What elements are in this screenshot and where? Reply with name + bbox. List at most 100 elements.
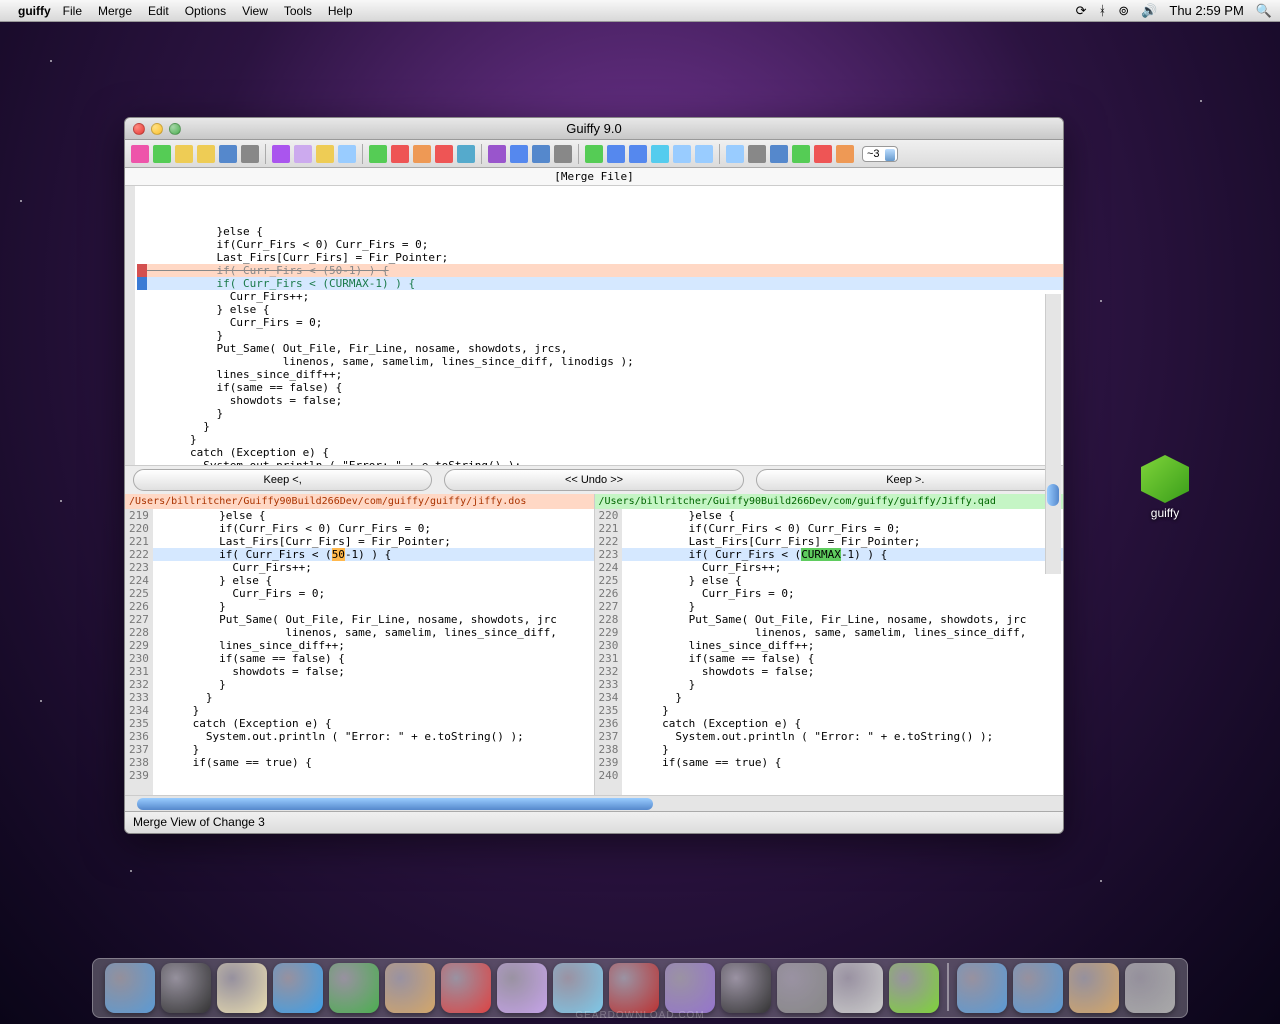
code-line: } <box>153 678 594 691</box>
menu-view[interactable]: View <box>242 4 268 18</box>
rec-icon[interactable] <box>814 145 832 163</box>
menu-merge[interactable]: Merge <box>98 4 132 18</box>
dock-item[interactable] <box>889 963 939 1013</box>
expand-icon[interactable] <box>532 145 550 163</box>
sync-icon[interactable] <box>607 145 625 163</box>
dock-item[interactable] <box>609 963 659 1013</box>
dock-item[interactable] <box>1013 963 1063 1013</box>
app-menu[interactable]: guiffy <box>18 4 51 18</box>
menu-file[interactable]: File <box>63 4 82 18</box>
code-line: lines_since_diff++; <box>622 639 1063 652</box>
brush-icon[interactable] <box>338 145 356 163</box>
split-icon[interactable] <box>695 145 713 163</box>
watermark: GEARDOWNLOAD.COM <box>575 1010 704 1021</box>
menu-edit[interactable]: Edit <box>148 4 169 18</box>
save-icon[interactable] <box>219 145 237 163</box>
dock-item[interactable] <box>329 963 379 1013</box>
dock-item[interactable] <box>1069 963 1119 1013</box>
replace-icon[interactable] <box>391 145 409 163</box>
down-icon[interactable] <box>770 145 788 163</box>
menu-help[interactable]: Help <box>328 4 353 18</box>
code-line: } <box>153 704 594 717</box>
wifi-icon[interactable]: ⊚ <box>1118 3 1129 19</box>
dock-item[interactable] <box>385 963 435 1013</box>
undo-button[interactable]: << Undo >> <box>444 469 743 491</box>
code-line: linenos, same, samelim, lines_since_diff… <box>622 626 1063 639</box>
spotlight-icon[interactable]: 🔍 <box>1256 3 1272 19</box>
dock-item[interactable] <box>105 963 155 1013</box>
left-panel: /Users/billritcher/Guiffy90Build266Dev/c… <box>125 494 595 795</box>
dock-item[interactable] <box>777 963 827 1013</box>
copy-right-icon[interactable] <box>294 145 312 163</box>
time-machine-icon[interactable]: ⟳ <box>1076 3 1087 19</box>
horizontal-scrollbar[interactable] <box>125 795 1063 811</box>
code-line: } else { <box>153 574 594 587</box>
tree-icon[interactable] <box>836 145 854 163</box>
refresh-icon[interactable] <box>629 145 647 163</box>
goto-icon[interactable] <box>488 145 506 163</box>
dock-item[interactable] <box>957 963 1007 1013</box>
merge-line: if( Curr_Firs < (50-1) ) { <box>137 264 1063 277</box>
code-line: lines_since_diff++; <box>153 639 594 652</box>
guiffy-window: Guiffy 9.0 ~3 [Merge File] }else { if(Cu… <box>124 117 1064 834</box>
keep-right-button[interactable]: Keep >. <box>756 469 1055 491</box>
merge-line: if(same == false) { <box>137 381 1063 394</box>
link-icon[interactable] <box>726 145 744 163</box>
diff-next-icon[interactable] <box>197 145 215 163</box>
dock-item[interactable] <box>217 963 267 1013</box>
code-line: Put_Same( Out_File, Fir_Line, nosame, sh… <box>622 613 1063 626</box>
menu-tools[interactable]: Tools <box>284 4 312 18</box>
code-line: catch (Exception e) { <box>622 717 1063 730</box>
script-icon[interactable] <box>554 145 572 163</box>
open-right-icon[interactable] <box>153 145 171 163</box>
titlebar[interactable]: Guiffy 9.0 <box>125 118 1063 140</box>
split-v-icon[interactable] <box>651 145 669 163</box>
merge-vertical-scrollbar[interactable] <box>1045 294 1061 574</box>
code-line: Curr_Firs++; <box>153 561 594 574</box>
reload-icon[interactable] <box>457 145 475 163</box>
undo-icon[interactable] <box>413 145 431 163</box>
bluetooth-icon[interactable]: ᚼ <box>1098 3 1106 18</box>
desktop-icon-guiffy[interactable]: guiffy <box>1130 455 1200 520</box>
volume-icon[interactable]: 🔊 <box>1141 3 1157 19</box>
merge-line: } else { <box>137 303 1063 316</box>
menu-options[interactable]: Options <box>185 4 226 18</box>
split-h-icon[interactable] <box>673 145 691 163</box>
find-icon[interactable] <box>369 145 387 163</box>
keep-left-button[interactable]: Keep <, <box>133 469 432 491</box>
clock[interactable]: Thu 2:59 PM <box>1169 3 1243 18</box>
open-left-icon[interactable] <box>131 145 149 163</box>
code-line: } <box>622 600 1063 613</box>
dock-item[interactable] <box>1125 963 1175 1013</box>
copy-left-icon[interactable] <box>272 145 290 163</box>
dock-item[interactable] <box>161 963 211 1013</box>
dock-item[interactable] <box>497 963 547 1013</box>
code-line: catch (Exception e) { <box>153 717 594 730</box>
code-line: showdots = false; <box>153 665 594 678</box>
merge-result-pane[interactable]: }else { if(Curr_Firs < 0) Curr_Firs = 0;… <box>125 186 1063 466</box>
left-file-path: /Users/billritcher/Guiffy90Build266Dev/c… <box>125 494 594 509</box>
guiffy-app-icon <box>1141 455 1189 503</box>
merge-line: if( Curr_Firs < (CURMAX-1) ) { <box>137 277 1063 290</box>
dock-item[interactable] <box>273 963 323 1013</box>
up-icon[interactable] <box>748 145 766 163</box>
code-line: Last_Firs[Curr_Firs] = Fir_Pointer; <box>153 535 594 548</box>
dock-item[interactable] <box>553 963 603 1013</box>
code-line: if( Curr_Firs < (50-1) ) { <box>153 548 594 561</box>
dock-item[interactable] <box>721 963 771 1013</box>
print-icon[interactable] <box>241 145 259 163</box>
code-line: Curr_Firs = 0; <box>153 587 594 600</box>
stop-icon[interactable] <box>792 145 810 163</box>
dock-item[interactable] <box>441 963 491 1013</box>
dock-item[interactable] <box>665 963 715 1013</box>
redo-icon[interactable] <box>435 145 453 163</box>
right-code[interactable]: 220 221 222 223 224 225 226 227 228 229 … <box>595 509 1064 795</box>
diff-prev-icon[interactable] <box>175 145 193 163</box>
paste-icon[interactable] <box>316 145 334 163</box>
lock-icon[interactable] <box>585 145 603 163</box>
left-code[interactable]: 219 220 221 222 223 224 225 226 227 228 … <box>125 509 594 795</box>
bookmark-icon[interactable] <box>510 145 528 163</box>
merge-line: Curr_Firs = 0; <box>137 316 1063 329</box>
change-stepper[interactable]: ~3 <box>862 146 898 162</box>
dock-item[interactable] <box>833 963 883 1013</box>
